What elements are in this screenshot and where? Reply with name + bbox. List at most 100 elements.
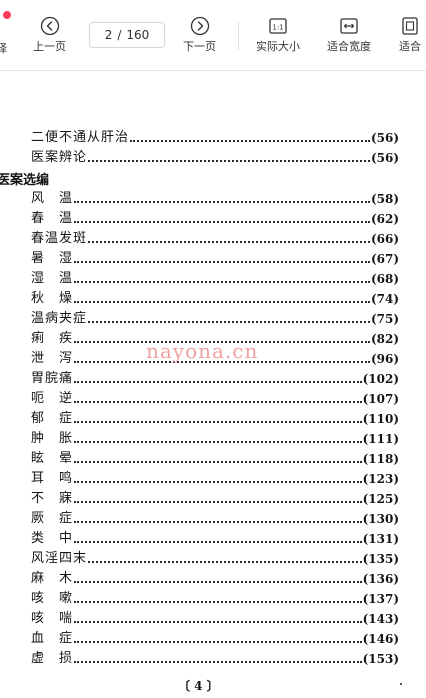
toc-entry-title: 温病夹症 — [31, 311, 88, 326]
watermark: nayona.cn — [146, 339, 259, 363]
select-text-button[interactable]: 择 — [0, 38, 7, 55]
toc-entry[interactable]: 二便不通从肝治 (56) — [31, 128, 399, 146]
pdf-viewer: 择 上一页 2 / 160 下一页 1:1 实际大小 适合宽度 适合 二便不通从… — [0, 0, 426, 698]
toc-leader-dots — [74, 261, 370, 263]
toc-entry-page: (143) — [362, 612, 399, 626]
toc-entry-page: (62) — [370, 212, 399, 226]
next-page-button[interactable]: 下一页 — [183, 16, 216, 53]
previous-page-button[interactable]: 上一页 — [33, 16, 66, 53]
toc-entry-page: (136) — [362, 572, 399, 586]
toc-leader-dots — [74, 501, 362, 503]
toc-leader-dots — [74, 301, 370, 303]
toc-entry-title: 呃 逆 — [31, 391, 74, 406]
toc-entry-page: (56) — [370, 151, 399, 165]
toolbar-divider — [238, 22, 239, 50]
toc-entry-page: (67) — [370, 252, 399, 266]
toc-entry-title: 秋 燥 — [31, 291, 74, 306]
toc-entry-title: 风 温 — [31, 191, 74, 206]
toc-entry[interactable]: 不 寐 (125) — [31, 489, 399, 507]
toc-leader-dots — [74, 441, 362, 443]
toc-entry[interactable]: 血 症 (146) — [31, 629, 399, 647]
toc-entry[interactable]: 胃脘痛 (102) — [31, 369, 399, 387]
toc-entry-page: (96) — [370, 352, 399, 366]
toc-entry[interactable]: 郁 症 (110) — [31, 409, 399, 427]
toc-entry-page: (75) — [370, 312, 399, 326]
fit-page-button[interactable]: 适合 — [399, 16, 421, 53]
toc-entry-title: 咳 嗽 — [31, 591, 74, 606]
toc-entry[interactable]: 类 中 (131) — [31, 529, 399, 547]
toc-entry-page: (137) — [362, 592, 399, 606]
toc-entry-page: (68) — [370, 272, 399, 286]
recording-indicator — [3, 11, 11, 19]
section-heading: 医案选编 — [0, 173, 50, 188]
toc-entry-title: 湿 温 — [31, 271, 74, 286]
toc-entry[interactable]: 秋 燥 (74) — [31, 289, 399, 307]
toc-entry[interactable]: 耳 鸣 (123) — [31, 469, 399, 487]
toc-entry[interactable]: 春 温 (62) — [31, 209, 399, 227]
fit-width-icon — [340, 18, 358, 34]
page-separator: / — [117, 28, 122, 42]
toc-entry-page: (82) — [370, 332, 399, 346]
toc-entry-title: 眩 晕 — [31, 451, 74, 466]
toc-entry-title: 肿 胀 — [31, 431, 74, 446]
toc-leader-dots — [130, 140, 370, 142]
actual-size-icon-text: 1:1 — [272, 23, 283, 31]
toc-leader-dots — [74, 621, 362, 623]
toc-entry[interactable]: 风 温 (58) — [31, 189, 399, 207]
toc-entry-page: (58) — [370, 192, 399, 206]
toc-entry-title: 厥 症 — [31, 511, 74, 526]
toc-leader-dots — [74, 521, 362, 523]
select-text-label: 择 — [0, 42, 7, 55]
toc-entry-title: 不 寐 — [31, 491, 74, 506]
fit-width-button[interactable]: 适合宽度 — [327, 16, 371, 53]
toc-leader-dots — [88, 241, 370, 243]
toc-entry-page: (56) — [370, 131, 399, 145]
toc-entry[interactable]: 麻 木 (136) — [31, 569, 399, 587]
toc-entry[interactable]: 厥 症 (130) — [31, 509, 399, 527]
toc-entry[interactable]: 风淫四末 (135) — [31, 549, 399, 567]
toc-entry-page: (111) — [362, 432, 399, 446]
current-page-input[interactable]: 2 — [105, 28, 113, 42]
toc-entry[interactable]: 呃 逆 (107) — [31, 389, 399, 407]
toc-entry-title: 春 温 — [31, 211, 74, 226]
toc-entry-page: (125) — [362, 492, 399, 506]
previous-page-label: 上一页 — [33, 40, 66, 53]
toc-entry-page: (123) — [362, 472, 399, 486]
toc-entry[interactable]: 肿 胀 (111) — [31, 429, 399, 447]
toc-leader-dots — [74, 581, 362, 583]
toc-entry-title: 暑 湿 — [31, 251, 74, 266]
toc-entry[interactable]: 咳 喘 (143) — [31, 609, 399, 627]
chevron-right-circle-icon — [190, 16, 209, 36]
toc-entry[interactable]: 湿 温 (68) — [31, 269, 399, 287]
toc-leader-dots — [74, 641, 362, 643]
total-pages: 160 — [126, 28, 150, 42]
fit-page-label: 适合 — [399, 40, 421, 53]
actual-size-button[interactable]: 1:1 实际大小 — [256, 16, 300, 53]
fit-width-label: 适合宽度 — [327, 40, 371, 53]
toc-entry-page: (118) — [362, 452, 399, 466]
page-indicator[interactable]: 2 / 160 — [89, 22, 165, 48]
toc-leader-dots — [74, 481, 362, 483]
toc-entry-page: (130) — [362, 512, 399, 526]
toc-entry-title: 麻 木 — [31, 571, 74, 586]
toc-entry-page: (153) — [362, 652, 399, 666]
chevron-left-circle-icon — [40, 16, 59, 36]
actual-size-label: 实际大小 — [256, 40, 300, 53]
toc-leader-dots — [74, 601, 362, 603]
toc-entry-page: (74) — [370, 292, 399, 306]
toc-entry[interactable]: 温病夹症 (75) — [31, 309, 399, 327]
toc-leader-dots — [74, 541, 362, 543]
toc-entry[interactable]: 医案辨论 (56) — [31, 148, 399, 166]
toc-entry[interactable]: 虚 损 (153) — [31, 649, 399, 667]
toc-entry-title: 郁 症 — [31, 411, 74, 426]
toc-entry[interactable]: 咳 嗽 (137) — [31, 589, 399, 607]
toc-entry[interactable]: 暑 湿 (67) — [31, 249, 399, 267]
toc-entry-title: 胃脘痛 — [31, 371, 74, 386]
toc-leader-dots — [74, 661, 362, 663]
toc-entry[interactable]: 春温发斑 (66) — [31, 229, 399, 247]
toc-entry-page: (102) — [362, 372, 399, 386]
toc-leader-dots — [74, 401, 362, 403]
toc-entry-title: 虚 损 — [31, 651, 74, 666]
toc-entry[interactable]: 眩 晕 (118) — [31, 449, 399, 467]
toc-leader-dots — [88, 561, 362, 563]
